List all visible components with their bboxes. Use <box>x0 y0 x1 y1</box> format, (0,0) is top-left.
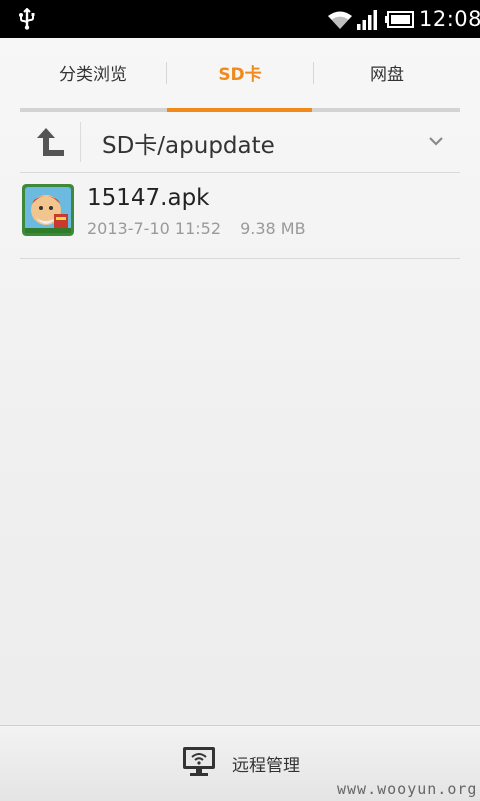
tab-cloud-drive[interactable]: 网盘 <box>314 60 460 90</box>
tab-sd-card[interactable]: SD卡 <box>167 60 313 90</box>
path-bar: SD卡/apupdate <box>20 112 460 173</box>
current-path[interactable]: SD卡/apupdate <box>102 126 275 160</box>
wifi-icon <box>328 11 352 29</box>
file-size: 9.38 MB <box>240 219 306 238</box>
tab-category-browse[interactable]: 分类浏览 <box>20 60 166 90</box>
app-icon <box>22 184 74 236</box>
path-divider <box>80 122 81 162</box>
battery-icon <box>385 11 414 28</box>
file-name: 15147.apk <box>87 185 210 211</box>
status-time: 12:08 <box>419 7 480 31</box>
file-meta: 2013-7-10 11:52 9.38 MB <box>87 219 320 238</box>
watermark: www.wooyun.org <box>337 780 478 798</box>
usb-icon <box>19 8 35 30</box>
signal-icon <box>357 10 377 30</box>
file-date: 2013-7-10 11:52 <box>87 219 221 238</box>
up-arrow-icon[interactable] <box>36 126 66 158</box>
status-bar: 12:08 <box>0 0 480 38</box>
chevron-down-icon[interactable] <box>427 134 445 148</box>
remote-manage-button[interactable]: 远程管理 <box>180 746 320 782</box>
monitor-wifi-icon <box>183 747 215 776</box>
file-list-item[interactable]: 15147.apk 2013-7-10 11:52 9.38 MB <box>20 173 460 259</box>
file-manager-app: 分类浏览 SD卡 网盘 SD卡/apupdate 15147.apk 2013-… <box>0 38 480 800</box>
tab-bar: 分类浏览 SD卡 网盘 <box>20 60 460 90</box>
remote-manage-label: 远程管理 <box>232 756 300 776</box>
